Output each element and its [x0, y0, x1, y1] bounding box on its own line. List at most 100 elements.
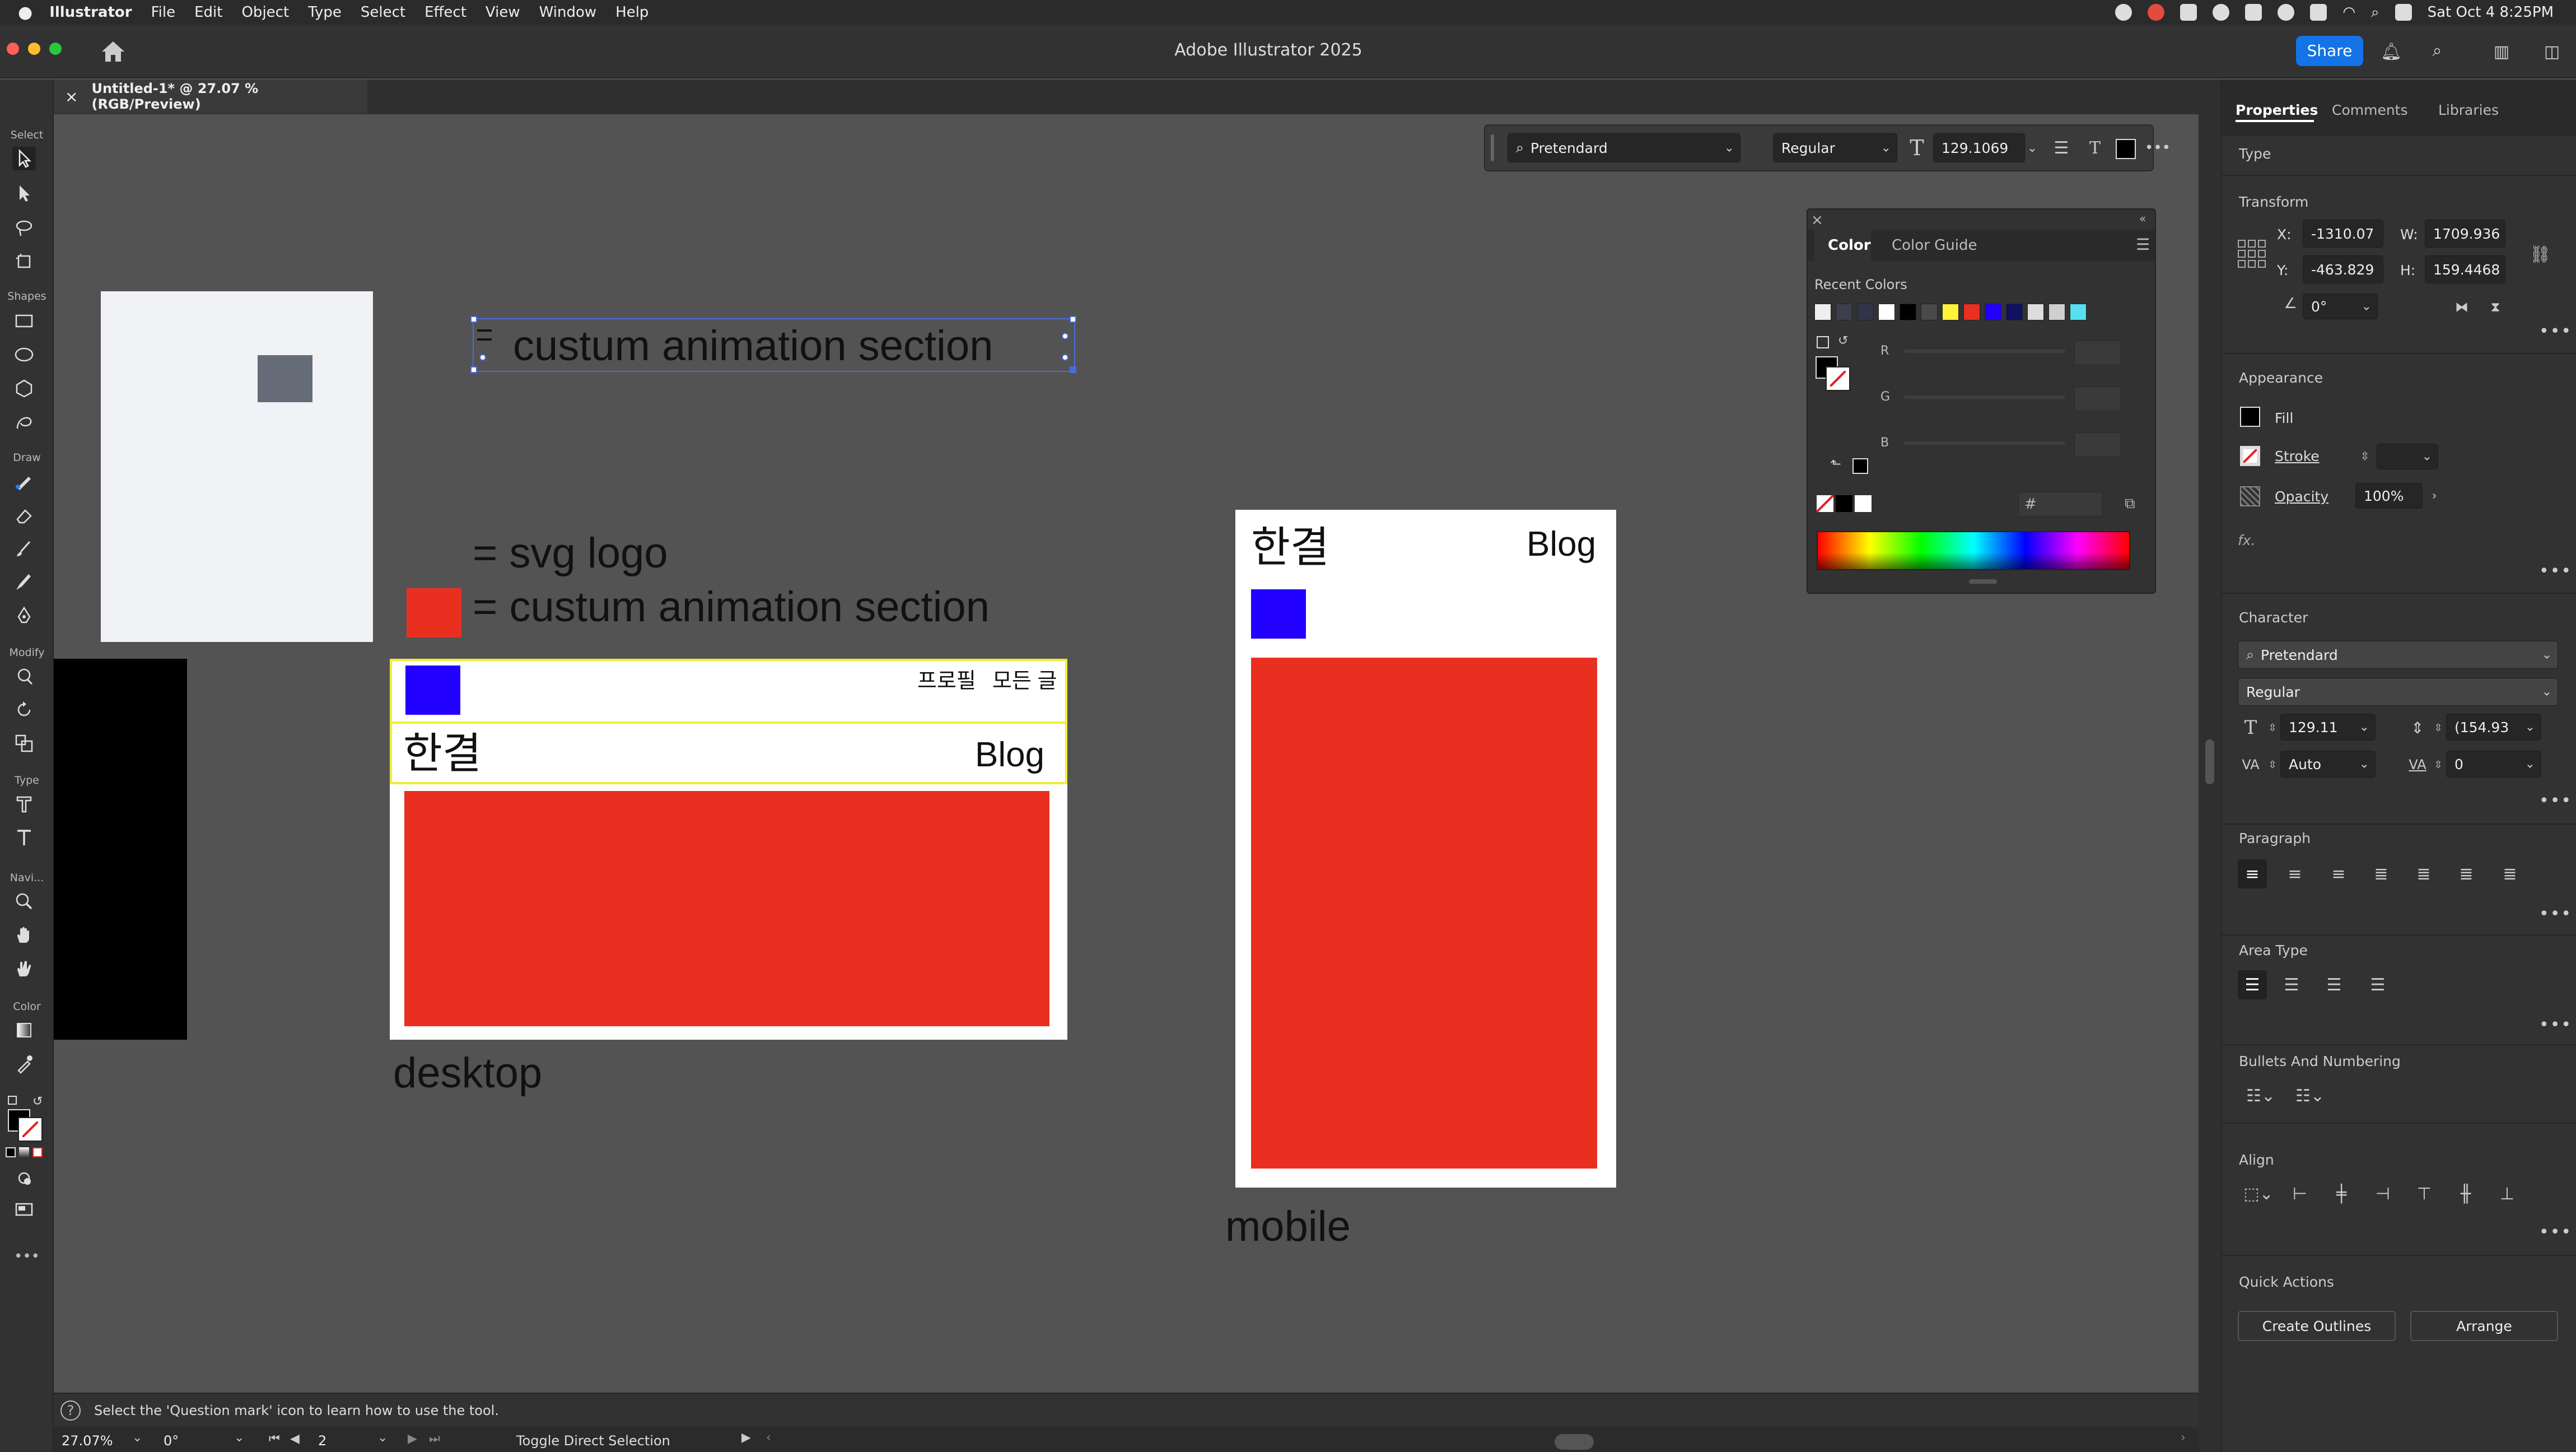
apple-menu-icon[interactable]: ●: [18, 3, 32, 22]
panel-toggle-icon[interactable]: ◫: [2540, 40, 2564, 63]
menu-file[interactable]: File: [151, 4, 176, 21]
stroke-stepper-icon[interactable]: ⇳: [2356, 444, 2373, 468]
rotate-input[interactable]: 0° ⌄: [2303, 294, 2378, 319]
artboard-desktop[interactable]: 프로필 모든 글 한결 Blog: [390, 659, 1067, 1040]
eraser-tool-icon[interactable]: [12, 503, 36, 527]
shaper-tool-icon[interactable]: [12, 410, 36, 434]
zoom-level[interactable]: 27.07%: [62, 1433, 113, 1449]
artboard-small[interactable]: [101, 291, 373, 642]
constrain-proportions-icon[interactable]: ⛓︎: [2528, 242, 2552, 267]
vertical-align-bottom-icon[interactable]: ⊥: [2494, 1181, 2520, 1207]
menu-edit[interactable]: Edit: [194, 4, 222, 21]
recent-color-swatch[interactable]: [2048, 304, 2065, 320]
recent-color-swatch[interactable]: [1857, 304, 1874, 320]
status-menu-icon[interactable]: ▶: [741, 1431, 751, 1445]
recent-color-swatch[interactable]: [1942, 304, 1959, 320]
color-spectrum[interactable]: [1817, 531, 2130, 570]
status-record-icon[interactable]: [2115, 4, 2132, 21]
none-color-swatch[interactable]: [1816, 494, 1835, 513]
resize-handle[interactable]: [1070, 366, 1076, 373]
eyedropper-tool-icon[interactable]: [12, 1052, 36, 1076]
notifications-icon[interactable]: 🔔︎: [2380, 39, 2402, 64]
stroke-swatch[interactable]: [18, 1117, 43, 1142]
channel-b-slider[interactable]: [1904, 441, 2065, 445]
warp-tool-icon[interactable]: [12, 664, 36, 688]
selected-text-bounding-box[interactable]: custum animation section: [470, 316, 1076, 373]
align-more-button[interactable]: •••: [2539, 1222, 2572, 1242]
gray-square-shape[interactable]: [258, 355, 312, 402]
chevron-down-icon[interactable]: ⌄: [234, 1431, 244, 1445]
opacity-label[interactable]: Opacity: [2275, 488, 2328, 505]
menu-effect[interactable]: Effect: [424, 4, 466, 21]
rotate-tool-icon[interactable]: [12, 698, 36, 722]
fill-stroke-swatch[interactable]: ↺: [8, 1091, 47, 1142]
status-message-icon[interactable]: [2245, 4, 2262, 21]
tab-libraries[interactable]: Libraries: [2438, 102, 2499, 118]
artboard-tool-icon[interactable]: [12, 250, 36, 273]
tab-color[interactable]: Color: [1814, 230, 1871, 261]
horizontal-align-left-icon[interactable]: ⊢: [2287, 1181, 2313, 1207]
control-bar-grip[interactable]: [1491, 134, 1494, 161]
mobile-animation-section[interactable]: [1251, 658, 1597, 1169]
gradient-tool-icon[interactable]: [12, 1018, 36, 1042]
mobile-blog[interactable]: Blog: [1527, 519, 1596, 570]
share-button[interactable]: Share: [2296, 36, 2363, 66]
size-stepper-icon[interactable]: ⇳: [2266, 715, 2279, 741]
vertical-scrollbar[interactable]: [2199, 80, 2221, 1452]
mobile-brand[interactable]: 한결: [1251, 518, 1329, 578]
stroke-label[interactable]: Stroke: [2275, 448, 2320, 464]
appearance-more-button[interactable]: •••: [2539, 561, 2572, 581]
status-play-icon[interactable]: [2278, 4, 2295, 21]
fx-button[interactable]: fx.: [2238, 532, 2256, 548]
character-kerning-input[interactable]: Auto ⌄: [2280, 751, 2376, 778]
status-app-icon[interactable]: [2180, 4, 2197, 21]
character-leading-input[interactable]: (154.93 ⌄: [2446, 714, 2541, 741]
screen-mode-icon[interactable]: [12, 1198, 36, 1221]
menu-help[interactable]: Help: [615, 4, 648, 21]
swap-colors-icon[interactable]: ↺: [32, 1095, 43, 1109]
chevron-right-icon[interactable]: ›: [2426, 483, 2443, 509]
pen-tool-icon[interactable]: [12, 604, 36, 627]
paintbrush-tool-icon[interactable]: [12, 537, 36, 560]
align-middle-icon[interactable]: ☰: [2280, 972, 2303, 997]
wifi-icon[interactable]: ◠: [2342, 4, 2355, 21]
hex-input[interactable]: #: [2018, 492, 2102, 516]
copy-hex-icon[interactable]: ⧉: [2125, 495, 2135, 513]
recent-color-swatch[interactable]: [1836, 304, 1852, 320]
create-outlines-button[interactable]: Create Outlines: [2238, 1311, 2396, 1341]
touch-type-tool-icon[interactable]: [12, 792, 36, 816]
menu-app-name[interactable]: Illustrator: [49, 4, 132, 21]
control-font-style-field[interactable]: Regular ⌄: [1773, 133, 1897, 162]
flip-vertical-icon[interactable]: ⧗: [2483, 295, 2508, 319]
mobile-label[interactable]: mobile: [1225, 1200, 1351, 1254]
search-icon[interactable]: ⌕: [2425, 38, 2449, 63]
white-swatch[interactable]: [1855, 495, 1872, 512]
recent-color-swatch[interactable]: [1985, 304, 2001, 320]
fill-swatch[interactable]: [2240, 407, 2260, 427]
collapse-panel-icon[interactable]: «: [2139, 212, 2146, 225]
menu-object[interactable]: Object: [241, 4, 289, 21]
channel-g-slider[interactable]: [1904, 395, 2065, 399]
workspace-switcher-icon[interactable]: ▥: [2489, 40, 2514, 63]
align-bottom-icon[interactable]: ☰: [2323, 972, 2345, 997]
paragraph-more-button[interactable]: •••: [2539, 904, 2572, 924]
hand-tool-icon[interactable]: [12, 923, 36, 947]
stroke-swatch[interactable]: [2240, 446, 2260, 466]
horizontal-scroll-thumb[interactable]: [1555, 1434, 1594, 1450]
artboard-mobile[interactable]: 한결 Blog: [1235, 510, 1616, 1188]
legend-red-swatch[interactable]: [407, 588, 461, 637]
black-swatch[interactable]: [1836, 495, 1852, 512]
recent-color-swatch[interactable]: [1814, 304, 1831, 320]
direct-selection-tool-icon[interactable]: [12, 182, 36, 205]
selected-text[interactable]: custum animation section: [513, 319, 993, 373]
tracking-stepper-icon[interactable]: ⇳: [2432, 752, 2445, 778]
desktop-nav-profile[interactable]: 프로필: [917, 663, 976, 694]
lasso-tool-icon[interactable]: [12, 216, 36, 240]
y-input[interactable]: -463.829: [2303, 255, 2383, 283]
recent-color-swatch[interactable]: [1878, 304, 1895, 320]
opacity-input[interactable]: 100%: [2355, 483, 2423, 509]
channel-g-input[interactable]: [2074, 387, 2121, 411]
recent-color-swatch[interactable]: [1963, 304, 1980, 320]
default-colors-icon[interactable]: [8, 1096, 17, 1105]
horizontal-align-right-icon[interactable]: ⊣: [2370, 1181, 2396, 1207]
